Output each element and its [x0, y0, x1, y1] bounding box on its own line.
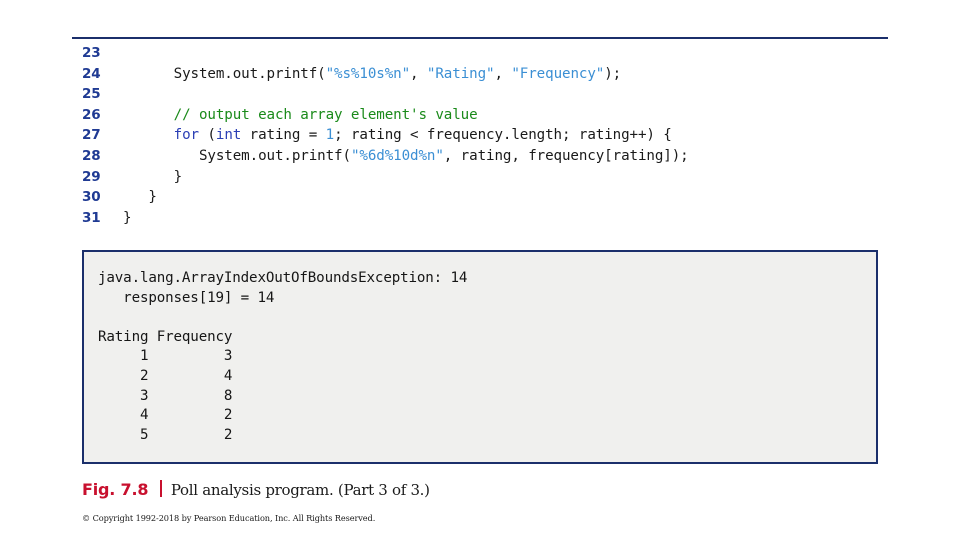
- output-line: java.lang.ArrayIndexOutOfBoundsException…: [98, 270, 468, 286]
- output-line: 5 2: [98, 426, 233, 443]
- code-line-number: 27: [82, 127, 101, 144]
- code-token-plain: rating =: [241, 127, 326, 144]
- code-token-comment: // output each array element's value: [173, 106, 478, 123]
- figure-title: Poll analysis program. (Part 3 of 3.): [170, 481, 430, 499]
- code-token-plain: System.out.printf(: [123, 65, 326, 82]
- code-line-number: 30: [82, 189, 101, 206]
- figure-caption: Fig. 7.8 Poll analysis program. (Part 3 …: [82, 478, 430, 499]
- code-token-plain: ,: [410, 65, 427, 82]
- code-token-plain: ; rating < frequency.length; rating++) {: [334, 127, 672, 144]
- code-line: 28 System.out.printf("%6d%10d%n", rating…: [82, 148, 902, 169]
- code-token-keyword: for: [173, 127, 199, 144]
- output-line: 3 8: [98, 387, 233, 404]
- program-output-box: java.lang.ArrayIndexOutOfBoundsException…: [82, 250, 878, 464]
- code-line: 27 for (int rating = 1; rating < frequen…: [82, 127, 902, 148]
- code-line: 24 System.out.printf("%s%10s%n", "Rating…: [82, 66, 902, 87]
- code-line-text: System.out.printf("%6d%10d%n", rating, f…: [123, 148, 689, 164]
- code-line: 26 // output each array element's value: [82, 107, 902, 128]
- code-token-plain: System.out.printf(: [123, 147, 351, 164]
- code-token-string: "Frequency": [511, 65, 605, 82]
- figure-number: Fig. 7.8: [82, 480, 149, 499]
- code-token-string: "%6d%10d%n": [350, 147, 444, 164]
- output-line: 2 4: [98, 367, 233, 384]
- code-token-plain: (: [198, 127, 216, 144]
- program-output-content: java.lang.ArrayIndexOutOfBoundsException…: [84, 252, 876, 445]
- code-line-number: 25: [82, 86, 101, 103]
- code-listing: 23 24 System.out.printf("%s%10s%n", "Rati…: [82, 45, 902, 230]
- code-line: 31}: [82, 210, 902, 231]
- code-token-plain: }: [123, 209, 132, 226]
- code-line-text: System.out.printf("%s%10s%n", "Rating", …: [123, 65, 622, 82]
- code-line: 23: [82, 45, 902, 66]
- code-token-number: 1: [325, 127, 335, 144]
- code-line-number: 26: [82, 106, 101, 123]
- code-token-plain: , rating, frequency[rating]);: [443, 147, 689, 164]
- output-line: 4 2: [98, 407, 233, 424]
- code-line-text: }: [123, 189, 157, 205]
- code-line-number: 29: [82, 168, 101, 185]
- code-line-number: 28: [82, 147, 101, 164]
- code-line: 30 }: [82, 189, 902, 210]
- output-line: responses[19] = 14: [98, 289, 275, 306]
- code-line: 25: [82, 86, 902, 107]
- code-token-plain: );: [604, 65, 622, 82]
- code-line-number: 31: [82, 209, 101, 226]
- output-line: 1 3: [98, 348, 233, 365]
- code-token-plain: }: [123, 168, 183, 185]
- code-line-text: }: [123, 168, 183, 185]
- code-line-text: // output each array element's value: [123, 107, 478, 123]
- code-line-number: 23: [82, 45, 101, 61]
- code-line-number: 24: [82, 65, 101, 82]
- code-token-keyword: int: [215, 127, 242, 144]
- code-token-plain: ,: [494, 65, 512, 82]
- copyright-notice: © Copyright 1992-2018 by Pearson Educati…: [82, 513, 376, 523]
- code-line-text: }: [123, 209, 132, 226]
- code-token-string: "%s%10s%n": [325, 65, 411, 82]
- header-rule: [72, 37, 888, 39]
- code-line-text: for (int rating = 1; rating < frequency.…: [123, 127, 672, 143]
- code-token-string: "Rating": [426, 65, 495, 82]
- code-token-plain: }: [123, 189, 157, 206]
- code-line: 29 }: [82, 169, 902, 190]
- output-line: Rating Frequency: [98, 328, 233, 345]
- caption-divider: [160, 480, 162, 497]
